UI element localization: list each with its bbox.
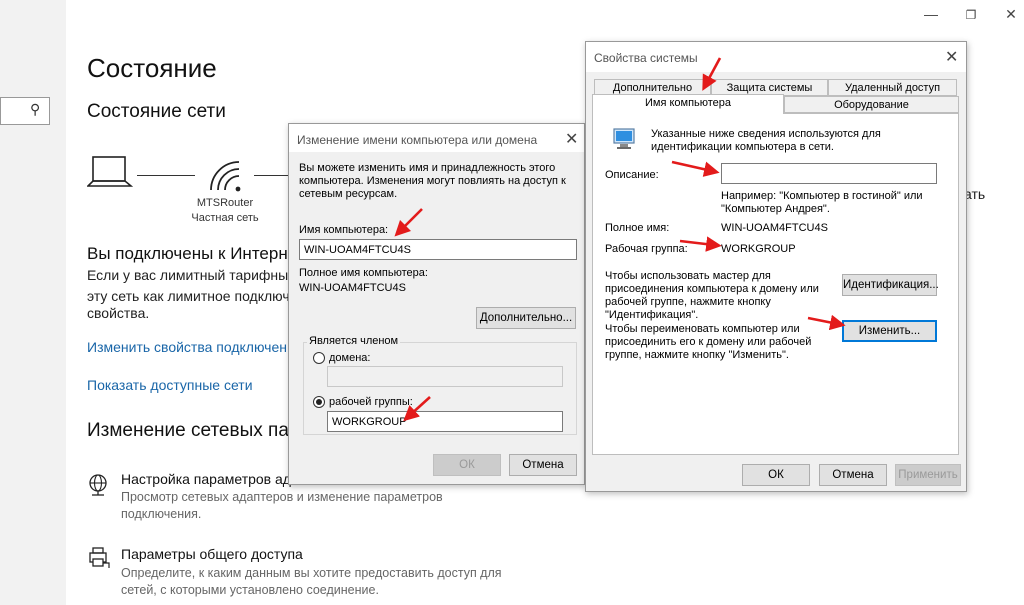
- close-icon[interactable]: ✕: [565, 129, 578, 149]
- rename-text-line: группе, нажмите кнопку "Изменить".: [605, 349, 789, 361]
- laptop-icon: [87, 156, 133, 187]
- change-connection-properties-link[interactable]: Изменить свойства подключен: [87, 339, 287, 355]
- rename-computer-dialog: Изменение имени компьютера или домена ✕ …: [288, 123, 585, 485]
- info-text-line: Указанные ниже сведения используются для: [651, 128, 881, 140]
- router-name: MTSRouter: [196, 197, 254, 209]
- tab-hardware[interactable]: Оборудование: [784, 96, 959, 113]
- rename-text-line: присоединить его к домену или рабочей: [605, 336, 812, 348]
- connection-status-text: Вы подключены к Интерн: [87, 244, 288, 263]
- more-button[interactable]: Дополнительно...: [476, 307, 576, 329]
- tab-remote[interactable]: Удаленный доступ: [828, 79, 957, 96]
- wifi-router-icon: [210, 161, 241, 192]
- sharing-printer-icon: [89, 547, 110, 568]
- full-name-value: WIN-UOAM4FTCU4S: [721, 222, 828, 234]
- change-button[interactable]: Изменить...: [842, 320, 937, 342]
- workgroup-radio[interactable]: [313, 396, 325, 408]
- page-title: Состояние: [87, 53, 217, 83]
- tab-computer-name[interactable]: Имя компьютера: [592, 94, 784, 114]
- identification-button[interactable]: Идентификация...: [842, 274, 939, 296]
- domain-label: домена:: [329, 352, 371, 364]
- close-window-icon[interactable]: ✕: [1001, 6, 1021, 23]
- member-of-label: Является членом: [307, 335, 401, 348]
- section-change-network-settings: Изменение сетевых пар: [87, 420, 300, 441]
- apply-button[interactable]: Применить: [895, 464, 961, 486]
- example-text-line: Например: "Компьютер в гостиной" или: [721, 190, 923, 202]
- full-name-value: WIN-UOAM4FTCU4S: [299, 282, 406, 294]
- search-input[interactable]: [0, 97, 50, 125]
- info-text-line: идентификации компьютера в сети.: [651, 141, 834, 153]
- description-input[interactable]: [721, 163, 937, 184]
- globe-adapter-icon: [89, 474, 107, 496]
- wizard-text-line: Чтобы использовать мастер для: [605, 270, 771, 282]
- computer-icon: [613, 128, 635, 149]
- network-type: Частная сеть: [191, 212, 259, 224]
- dialog-title: Свойства системы: [594, 51, 698, 65]
- truncated-text: ать: [964, 186, 986, 202]
- computer-name-input[interactable]: WIN-UOAM4FTCU4S: [299, 239, 577, 260]
- dialog-titlebar: Свойства системы: [586, 42, 966, 72]
- adapter-settings-desc: подключения.: [121, 507, 202, 521]
- dialog-title: Изменение имени компьютера или домена: [297, 133, 538, 147]
- domain-input[interactable]: [327, 366, 563, 387]
- metered-text-line: свойства.: [87, 305, 150, 321]
- metered-text-line: эту сеть как лимитное подключ: [87, 288, 290, 304]
- description-label: Описание:: [605, 169, 659, 181]
- close-icon[interactable]: ✕: [945, 47, 958, 67]
- ok-button[interactable]: ОК: [433, 454, 501, 476]
- wizard-text-line: присоединения компьютера к домену или: [605, 283, 819, 295]
- domain-radio[interactable]: [313, 352, 325, 364]
- sharing-options-link[interactable]: Параметры общего доступа: [121, 546, 303, 562]
- adapter-settings-link[interactable]: Настройка параметров ад: [121, 471, 291, 487]
- intro-text-line: Вы можете изменить имя и принадлежность …: [299, 162, 556, 174]
- cancel-button[interactable]: Отмена: [509, 454, 577, 476]
- wizard-text-line: "Идентификация".: [605, 309, 699, 321]
- wizard-text-line: рабочей группе, нажмите кнопку: [605, 296, 771, 308]
- example-text-line: "Компьютер Андрея".: [721, 203, 830, 215]
- restore-icon[interactable]: ❐: [961, 8, 981, 22]
- computer-name-label: Имя компьютера:: [299, 224, 389, 236]
- system-properties-dialog: Свойства системы ✕ Дополнительно Защита …: [585, 41, 967, 492]
- ok-button[interactable]: ОК: [742, 464, 810, 486]
- rename-text-line: Чтобы переименовать компьютер или: [605, 323, 800, 335]
- cancel-button[interactable]: Отмена: [819, 464, 887, 486]
- dialog-titlebar: Изменение имени компьютера или домена: [289, 124, 584, 152]
- connection-line: [254, 175, 288, 176]
- sharing-options-desc: сетей, с которыми установлено соединение…: [121, 583, 379, 597]
- adapter-settings-desc: Просмотр сетевых адаптеров и изменение п…: [121, 490, 443, 504]
- metered-text-line: Если у вас лимитный тарифный: [87, 267, 297, 283]
- workgroup-input[interactable]: WORKGROUP: [327, 411, 563, 432]
- intro-text-line: сетевым ресурсам.: [299, 188, 398, 200]
- full-name-label: Полное имя:: [605, 222, 670, 234]
- search-icon[interactable]: ⚲: [30, 101, 40, 118]
- sharing-options-desc: Определите, к каким данным вы хотите пре…: [121, 566, 502, 580]
- workgroup-label: рабочей группы:: [329, 396, 413, 408]
- settings-nav-pane: [0, 0, 66, 605]
- workgroup-label: Рабочая группа:: [605, 243, 688, 255]
- full-name-label: Полное имя компьютера:: [299, 267, 428, 279]
- section-network-status: Состояние сети: [87, 101, 226, 122]
- show-available-networks-link[interactable]: Показать доступные сети: [87, 377, 253, 393]
- intro-text-line: компьютера. Изменения могут повлиять на …: [299, 175, 566, 187]
- minimize-icon[interactable]: —: [921, 6, 941, 22]
- workgroup-value: WORKGROUP: [721, 243, 796, 255]
- connection-line: [137, 175, 195, 176]
